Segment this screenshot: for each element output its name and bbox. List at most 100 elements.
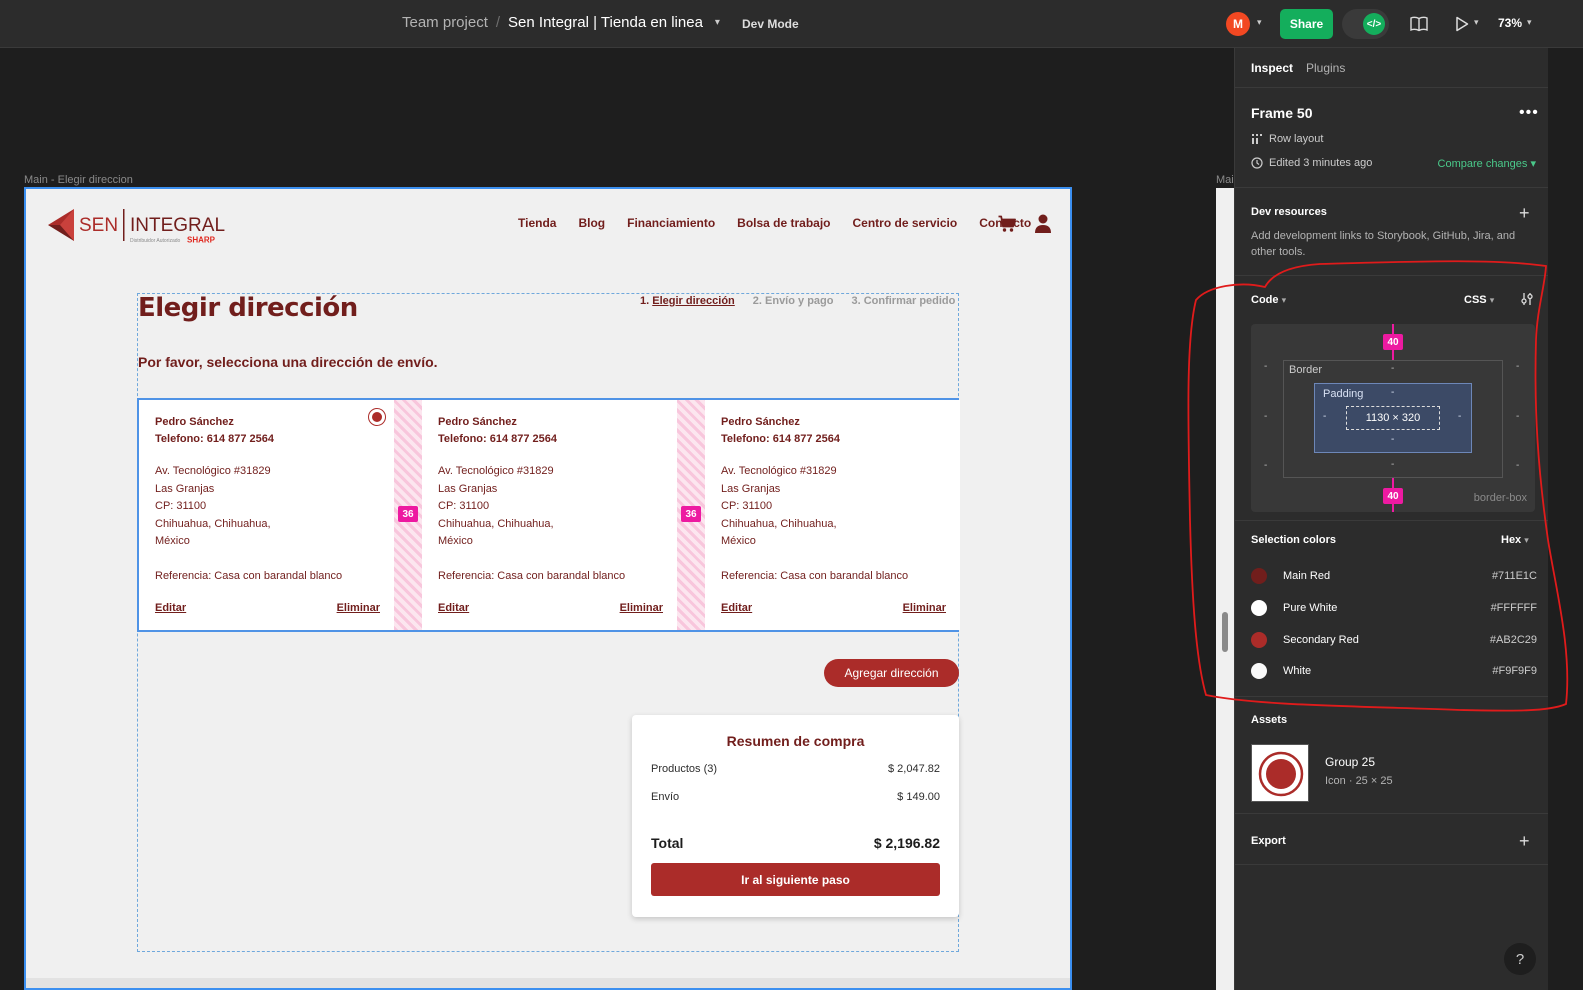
address-name: Pedro Sánchez xyxy=(155,416,234,428)
address-reference: Referencia: Casa con barandal blanco xyxy=(721,570,909,582)
address-card[interactable]: Pedro Sánchez Telefono: 614 877 2564 Av.… xyxy=(705,400,960,630)
color-row-main-red[interactable]: Main Red #711E1C xyxy=(1251,566,1537,586)
design-frame[interactable]: SEN INTEGRAL Distribuidor Autorizado SHA… xyxy=(24,187,1072,990)
edit-address-link[interactable]: Editar xyxy=(438,602,469,614)
breadcrumb: Team project / Sen Integral | Tienda en … xyxy=(402,14,720,31)
nav-bolsa-de-trabajo[interactable]: Bolsa de trabajo xyxy=(737,216,830,230)
divider xyxy=(1235,87,1548,88)
compare-changes-link[interactable]: Compare changes ▾ xyxy=(1438,157,1536,170)
divider xyxy=(1235,864,1548,865)
chevron-down-icon[interactable]: ▾ xyxy=(715,17,720,28)
nav-financiamiento[interactable]: Financiamiento xyxy=(627,216,715,230)
frame-label[interactable]: Main - Elegir direccion xyxy=(24,174,133,186)
step-confirm-order[interactable]: 3. Confirmar pedido xyxy=(851,295,955,307)
asset-thumbnail[interactable] xyxy=(1251,744,1309,802)
book-icon[interactable] xyxy=(1410,15,1428,33)
compare-changes-label: Compare changes xyxy=(1437,158,1528,170)
color-hex[interactable]: #711E1C xyxy=(1492,570,1537,582)
color-swatch xyxy=(1251,663,1267,679)
dev-mode-toggle[interactable]: </> xyxy=(1342,9,1389,39)
chevron-down-icon[interactable]: ▾ xyxy=(1257,17,1262,28)
purchase-summary-card[interactable]: Resumen de compra Productos (3) $ 2,047.… xyxy=(632,715,959,917)
secondary-frame[interactable] xyxy=(1216,188,1234,990)
address-phone: Telefono: 614 877 2564 xyxy=(155,433,275,445)
tab-inspect[interactable]: Inspect xyxy=(1251,61,1293,75)
color-format-label: Hex xyxy=(1501,534,1522,546)
edited-label: Edited 3 minutes ago xyxy=(1269,157,1373,169)
code-settings-icon[interactable] xyxy=(1520,292,1534,306)
cart-icon[interactable] xyxy=(998,215,1016,233)
color-name: Secondary Red xyxy=(1283,634,1359,646)
breadcrumb-team[interactable]: Team project xyxy=(402,14,488,31)
address-card[interactable]: Pedro Sánchez Telefono: 614 877 2564 Av.… xyxy=(422,400,677,630)
add-dev-resource-icon[interactable]: + xyxy=(1519,204,1530,222)
file-name[interactable]: Sen Integral | Tienda en linea xyxy=(508,14,703,31)
address-card[interactable]: Pedro Sánchez Telefono: 614 877 2564 Av.… xyxy=(139,400,394,630)
code-icon: </> xyxy=(1363,13,1385,35)
color-format-select[interactable]: Hex ▾ xyxy=(1501,534,1529,546)
tab-plugins[interactable]: Plugins xyxy=(1306,61,1345,75)
code-language-label: CSS xyxy=(1464,294,1487,306)
page-subtitle: Por favor, selecciona una dirección de e… xyxy=(138,354,438,370)
user-icon[interactable] xyxy=(1034,214,1052,233)
color-row-white[interactable]: White #F9F9F9 xyxy=(1251,661,1537,681)
share-button[interactable]: Share xyxy=(1280,9,1333,39)
address-line: Chihuahua, Chihuahua, xyxy=(155,517,271,530)
chevron-down-icon: ▾ xyxy=(1524,535,1529,545)
asset-name[interactable]: Group 25 xyxy=(1325,755,1375,769)
add-address-button[interactable]: Agregar dirección xyxy=(824,659,959,687)
chevron-down-icon: ▾ xyxy=(1489,295,1495,305)
help-button[interactable]: ? xyxy=(1504,943,1536,975)
content-size: 1130 × 320 xyxy=(1346,406,1440,430)
color-name: White xyxy=(1283,665,1312,677)
margin-top-value: 40 xyxy=(1383,334,1403,350)
add-export-icon[interactable]: + xyxy=(1519,832,1530,850)
assets-title: Assets xyxy=(1251,714,1288,726)
address-line: México xyxy=(155,535,190,547)
edited-info: Edited 3 minutes ago xyxy=(1251,157,1372,169)
padding-label: Padding xyxy=(1323,388,1364,400)
canvas-scrollbar[interactable] xyxy=(1222,612,1228,652)
nav-centro-de-servicio[interactable]: Centro de servicio xyxy=(853,216,958,230)
color-hex[interactable]: #AB2C29 xyxy=(1490,634,1537,646)
next-step-button[interactable]: Ir al siguiente paso xyxy=(651,863,940,896)
box-model-diagram: 40 40 - - - - Border - - - - Padding - -… xyxy=(1251,324,1535,512)
step-shipping-payment[interactable]: 2. Envío y pago xyxy=(753,295,834,307)
code-section-title[interactable]: Code ▾ xyxy=(1251,294,1286,306)
border-top-value: - xyxy=(1391,363,1395,374)
summary-row-total: Total $ 2,196.82 xyxy=(651,835,940,851)
color-row-pure-white[interactable]: Pure White #FFFFFF xyxy=(1251,598,1537,618)
delete-address-link[interactable]: Eliminar xyxy=(337,602,380,614)
nav-blog[interactable]: Blog xyxy=(578,216,605,230)
box-sizing-label: border-box xyxy=(1473,492,1527,504)
address-radio-selected[interactable] xyxy=(368,408,386,426)
layout-label: Row layout xyxy=(1269,133,1324,145)
color-hex[interactable]: #F9F9F9 xyxy=(1492,665,1537,677)
more-options-icon[interactable]: ••• xyxy=(1519,104,1539,122)
address-cards-row[interactable]: Pedro Sánchez Telefono: 614 877 2564 Av.… xyxy=(137,398,960,632)
code-language-select[interactable]: CSS ▾ xyxy=(1464,294,1494,306)
address-line: Av. Tecnológico #31829 xyxy=(721,465,837,477)
chevron-down-icon[interactable]: ▾ xyxy=(1527,17,1532,28)
play-icon[interactable] xyxy=(1455,16,1469,32)
margin-left-bottom-value: - xyxy=(1264,460,1268,471)
frame-label-secondary[interactable]: Main xyxy=(1216,174,1234,186)
step-choose-address[interactable]: 1. Elegir dirección xyxy=(640,295,735,307)
history-icon xyxy=(1251,157,1263,169)
avatar[interactable]: M xyxy=(1226,12,1250,36)
divider xyxy=(1235,275,1548,276)
chevron-down-icon[interactable]: ▾ xyxy=(1474,17,1479,28)
edit-address-link[interactable]: Editar xyxy=(721,602,752,614)
delete-address-link[interactable]: Eliminar xyxy=(620,602,663,614)
zoom-level[interactable]: 73% xyxy=(1498,16,1522,30)
color-row-secondary-red[interactable]: Secondary Red #AB2C29 xyxy=(1251,630,1537,650)
summary-row-shipping: Envío $ 149.00 xyxy=(651,791,940,803)
divider xyxy=(1235,813,1548,814)
edit-address-link[interactable]: Editar xyxy=(155,602,186,614)
color-hex[interactable]: #FFFFFF xyxy=(1491,602,1537,614)
delete-address-link[interactable]: Eliminar xyxy=(903,602,946,614)
step-1-label: Elegir dirección xyxy=(652,295,735,307)
chevron-down-icon: ▾ xyxy=(1281,295,1287,305)
top-toolbar: Team project / Sen Integral | Tienda en … xyxy=(0,0,1583,48)
nav-tienda[interactable]: Tienda xyxy=(518,216,556,230)
